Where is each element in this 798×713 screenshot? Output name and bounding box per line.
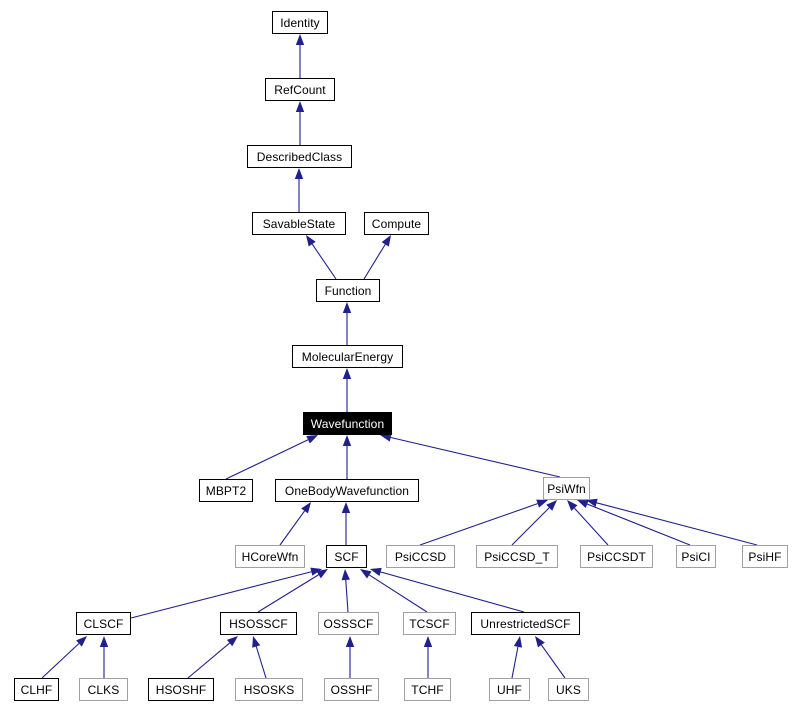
class-node-label: SavableState: [262, 216, 336, 231]
class-node-label: UnrestrictedSCF: [480, 616, 571, 631]
class-node-molecularenergy[interactable]: MolecularEnergy: [292, 345, 403, 368]
edge-function-to-compute: [363, 235, 391, 280]
class-node-tcscf[interactable]: TCSCF: [403, 612, 456, 635]
class-node-unrestrictedscf[interactable]: UnrestrictedSCF: [471, 612, 580, 635]
class-node-label: Function: [324, 283, 372, 298]
class-node-label: OneBodyWavefunction: [284, 483, 410, 498]
class-node-psihf[interactable]: PsiHF: [742, 545, 788, 568]
edge-function-to-savablestate: [306, 235, 337, 280]
class-node-label: OSSSCF: [323, 616, 374, 631]
edge-osshf-to-ossscf: [345, 636, 355, 678]
class-node-osshf[interactable]: OSSHF: [324, 678, 379, 701]
class-node-tchf[interactable]: TCHF: [404, 678, 451, 701]
class-node-describedclass[interactable]: DescribedClass: [247, 145, 352, 168]
class-node-label: PsiHF: [748, 549, 782, 564]
class-node-label: Compute: [371, 216, 422, 231]
class-node-clhf[interactable]: CLHF: [14, 678, 59, 701]
class-node-compute[interactable]: Compute: [364, 212, 429, 235]
class-node-scf[interactable]: SCF: [326, 545, 367, 568]
class-node-label: HSOSHF: [155, 682, 207, 697]
class-node-psiwfn[interactable]: PsiWfn: [543, 477, 590, 500]
edge-clscf-to-scf: [130, 567, 322, 619]
class-node-psiccsd[interactable]: PsiCCSD: [386, 545, 455, 568]
class-node-label: UHF: [497, 682, 522, 697]
edge-scf-to-onebodywavefunction: [341, 502, 351, 545]
class-node-label: RefCount: [274, 82, 326, 97]
edge-molecularenergy-to-function: [342, 302, 352, 345]
edge-hsoshf-to-hsosscf: [187, 636, 238, 679]
edge-hsosks-to-hsosscf: [252, 636, 267, 679]
edge-mbpt2-to-wavefunction: [225, 435, 318, 480]
class-node-hsosscf[interactable]: HSOSSCF: [220, 612, 297, 635]
edge-psiccsd-to-psiwfn: [419, 499, 548, 546]
class-node-label: OSSHF: [330, 682, 373, 697]
class-node-label: TCSCF: [409, 616, 450, 631]
class-node-label: HSOSSCF: [229, 616, 288, 631]
edge-uks-to-unrestrictedscf: [535, 636, 566, 679]
edge-hcorewfn-to-onebodywavefunction: [279, 502, 311, 546]
class-node-label: Identity: [280, 15, 320, 30]
class-node-onebodywavefunction[interactable]: OneBodyWavefunction: [275, 479, 419, 502]
class-node-savablestate[interactable]: SavableState: [252, 212, 346, 235]
class-node-clks[interactable]: CLKS: [79, 678, 128, 701]
inheritance-diagram: Identity RefCount DescribedClass SavableSta…: [0, 0, 798, 713]
edge-tchf-to-tcscf: [423, 636, 433, 678]
class-node-uhf[interactable]: UHF: [489, 678, 530, 701]
class-node-label: SCF: [334, 549, 359, 564]
class-node-identity[interactable]: Identity: [272, 11, 328, 34]
edge-onebodywavefunction-to-wavefunction: [342, 435, 352, 479]
class-node-label: PsiWfn: [547, 481, 586, 496]
class-node-mbpt2[interactable]: MBPT2: [199, 479, 253, 502]
class-node-label: HSOSKS: [243, 682, 295, 697]
class-node-label: CLSCF: [83, 616, 124, 631]
class-node-hsoshf[interactable]: HSOSHF: [148, 678, 214, 701]
class-node-label: TCHF: [411, 682, 444, 697]
edge-psiwfn-to-wavefunction: [380, 433, 561, 478]
class-node-label: DescribedClass: [256, 149, 343, 164]
edge-savablestate-to-describedclass: [294, 168, 304, 212]
edge-clhf-to-clscf: [41, 636, 87, 679]
class-node-label: PsiCCSD_T: [484, 549, 550, 564]
class-node-label: UKS: [556, 682, 581, 697]
class-node-label: MBPT2: [205, 483, 247, 498]
class-node-hsosks[interactable]: HSOSKS: [235, 678, 303, 701]
edge-hsosscf-to-scf: [257, 569, 328, 613]
edge-psici-to-psiwfn: [577, 500, 691, 546]
class-node-hcorewfn[interactable]: HCoreWfn: [235, 545, 305, 568]
class-node-label: PsiCI: [681, 549, 711, 564]
class-node-ossscf[interactable]: OSSSCF: [318, 612, 379, 635]
class-node-label: CLHF: [20, 682, 53, 697]
class-node-uks[interactable]: UKS: [548, 678, 589, 701]
class-node-psici[interactable]: PsiCI: [676, 545, 716, 568]
class-node-label: PsiCCSDT: [587, 549, 646, 564]
class-node-psiccsdt[interactable]: PsiCCSDT: [580, 545, 653, 568]
class-node-clscf[interactable]: CLSCF: [76, 612, 131, 635]
class-node-refcount[interactable]: RefCount: [265, 78, 335, 101]
class-node-psiccsd_t[interactable]: PsiCCSD_T: [476, 545, 558, 568]
edge-refcount-to-identity: [295, 34, 305, 78]
class-node-wavefunction[interactable]: Wavefunction: [303, 412, 392, 435]
edge-ossscf-to-scf: [341, 569, 350, 613]
class-node-label: CLKS: [87, 682, 120, 697]
edge-psiccsdt-to-psiwfn: [567, 500, 609, 546]
edge-psihf-to-psiwfn: [586, 498, 758, 546]
edge-wavefunction-to-molecularenergy: [342, 368, 352, 412]
class-node-function[interactable]: Function: [316, 279, 380, 302]
edge-clks-to-clscf: [99, 636, 109, 678]
class-node-label: MolecularEnergy: [301, 349, 394, 364]
edge-uhf-to-unrestrictedscf: [511, 636, 523, 679]
class-node-label: HCoreWfn: [241, 549, 299, 564]
class-node-label: PsiCCSD: [394, 549, 447, 564]
edge-psiccsd_t-to-psiwfn: [511, 500, 557, 546]
edge-tcscf-to-scf: [360, 569, 428, 613]
edge-unrestrictedscf-to-scf: [370, 567, 525, 613]
edge-describedclass-to-refcount: [295, 101, 305, 145]
class-node-label: Wavefunction: [310, 416, 385, 431]
